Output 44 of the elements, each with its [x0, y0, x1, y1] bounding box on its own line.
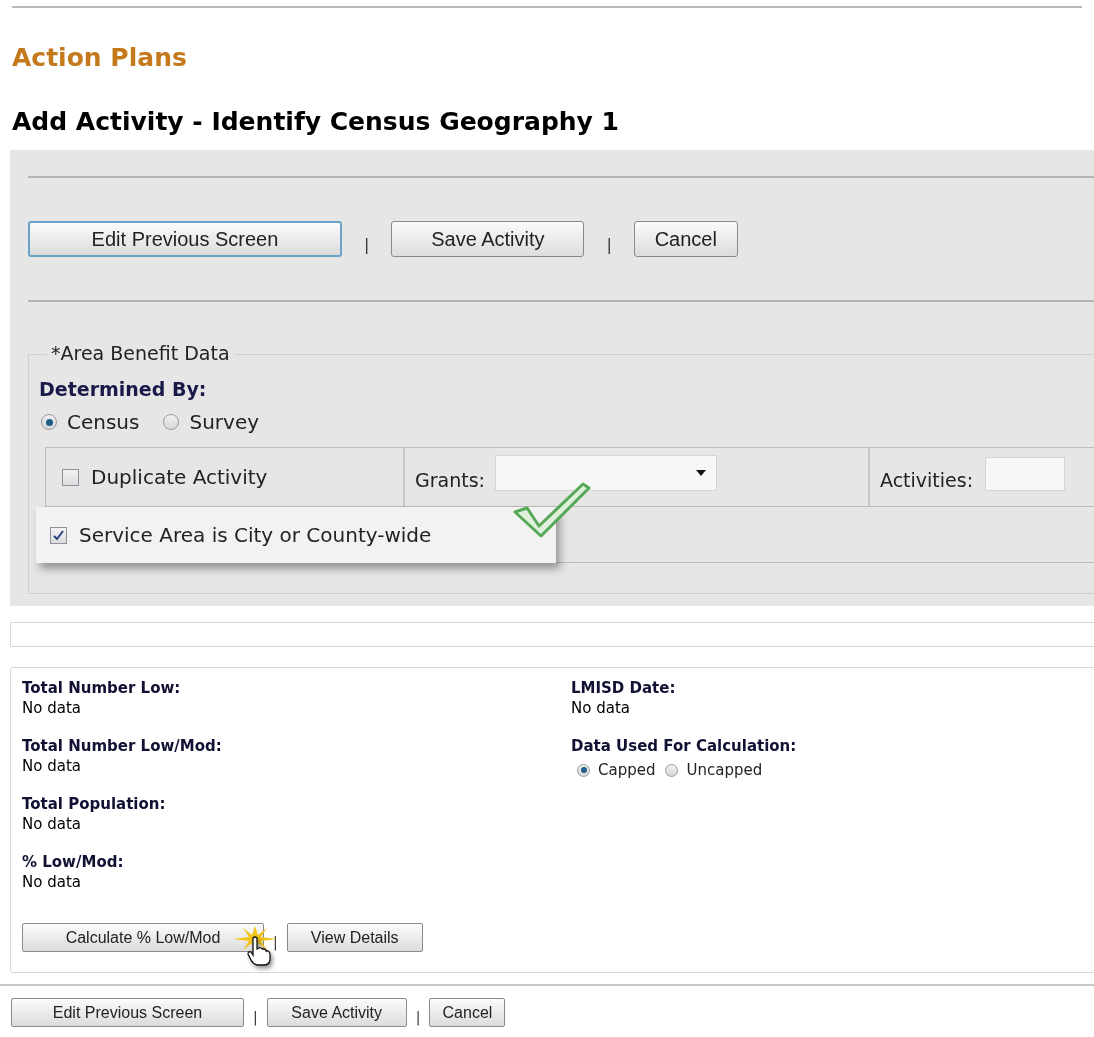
field-value: No data: [22, 698, 82, 718]
action-button[interactable]: Calculate % Low/Mod: [22, 923, 264, 952]
field-label: Activities:: [880, 467, 974, 493]
activities-field[interactable]: [985, 457, 1066, 491]
field-label: Total Number Low/Mod:: [22, 736, 223, 756]
field-label: Determined By:: [39, 377, 208, 401]
radio-button[interactable]: [577, 763, 590, 777]
checkbox-label: Duplicate Activity: [91, 464, 268, 491]
field-label: LMISD Date:: [571, 678, 677, 698]
separator: |: [273, 933, 278, 953]
dropdown-caret-icon: [696, 470, 706, 476]
action-button[interactable]: Edit Previous Screen: [11, 998, 244, 1027]
separator: |: [364, 234, 370, 256]
field-label: % Low/Mod:: [22, 852, 125, 872]
action-button[interactable]: Cancel: [429, 998, 506, 1027]
radio-button[interactable]: [163, 414, 180, 430]
radio-label: Uncapped: [686, 760, 763, 781]
field-label: Grants:: [415, 467, 485, 493]
checkbox[interactable]: [62, 468, 79, 486]
hand-cursor-icon: [247, 936, 271, 966]
radio-label: Census: [67, 409, 140, 436]
radio-button[interactable]: [665, 763, 679, 777]
checkbox-label: Service Area is City or County-wide: [79, 522, 432, 549]
checkbox[interactable]: [50, 526, 67, 544]
separator: |: [606, 234, 612, 256]
field-value: No data: [22, 756, 82, 776]
page-title: Action Plans: [12, 42, 188, 74]
field-label: Total Population:: [22, 794, 167, 814]
action-button[interactable]: Edit Previous Screen: [28, 221, 342, 257]
radio-label: Survey: [189, 409, 260, 436]
field-value: No data: [22, 872, 82, 892]
separator: |: [415, 1008, 421, 1028]
action-button[interactable]: Save Activity: [266, 998, 407, 1027]
page-subtitle: Add Activity - Identify Census Geography 1: [12, 106, 620, 138]
action-button[interactable]: Save Activity: [391, 221, 585, 257]
radio-button[interactable]: [41, 414, 57, 430]
field-label: Data Used For Calculation:: [571, 736, 797, 756]
action-button[interactable]: View Details: [286, 923, 423, 952]
action-button[interactable]: Cancel: [633, 221, 738, 257]
field-value: No data: [22, 814, 82, 834]
field-value: No data: [571, 698, 631, 718]
field-label: Total Number Low:: [22, 678, 182, 698]
radio-label: Capped: [598, 760, 656, 781]
separator: |: [253, 1008, 258, 1028]
